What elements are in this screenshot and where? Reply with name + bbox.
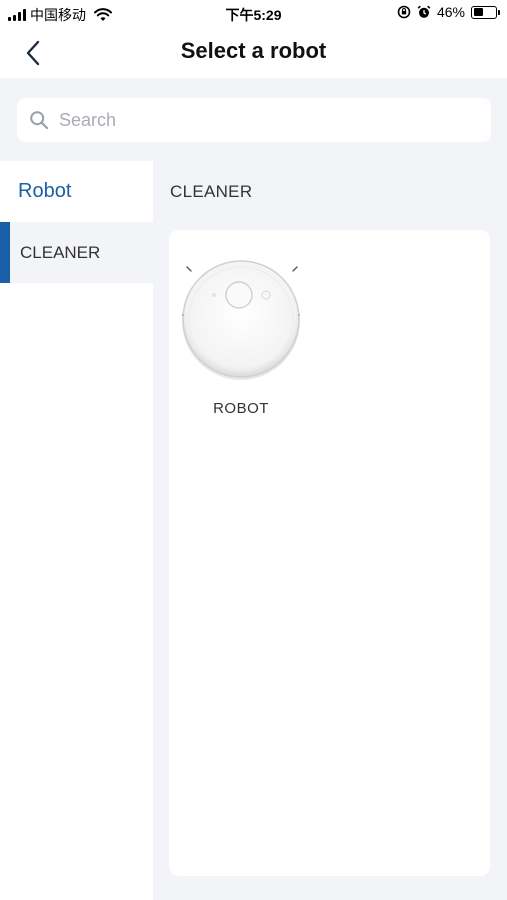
sidebar-item-cleaner[interactable]: CLEANER (0, 222, 153, 283)
sidebar-header: Robot (18, 179, 72, 202)
active-indicator (0, 222, 10, 283)
sidebar: Robot CLEANER (0, 161, 153, 900)
battery-fill (473, 8, 484, 16)
nav-bar: Select a robot (0, 28, 507, 78)
search-icon (30, 111, 49, 130)
sidebar-item-label: CLEANER (20, 242, 101, 262)
rotation-lock-icon (397, 5, 411, 19)
status-right: 46% (397, 4, 500, 20)
status-bar: 中国移动 下午5:29 46% (0, 0, 507, 28)
alarm-icon (417, 5, 431, 18)
battery-percent: 46% (436, 4, 465, 20)
search-input[interactable] (59, 109, 459, 131)
robot-vacuum-icon (182, 260, 300, 380)
device-card-robot[interactable]: ROBOT (177, 252, 305, 422)
page-title: Select a robot (180, 38, 327, 63)
battery-icon (471, 5, 500, 19)
section-title: CLEANER (170, 182, 253, 201)
search-box[interactable] (17, 98, 491, 142)
device-label: ROBOT (213, 400, 269, 417)
device-panel: ROBOT (169, 230, 490, 876)
